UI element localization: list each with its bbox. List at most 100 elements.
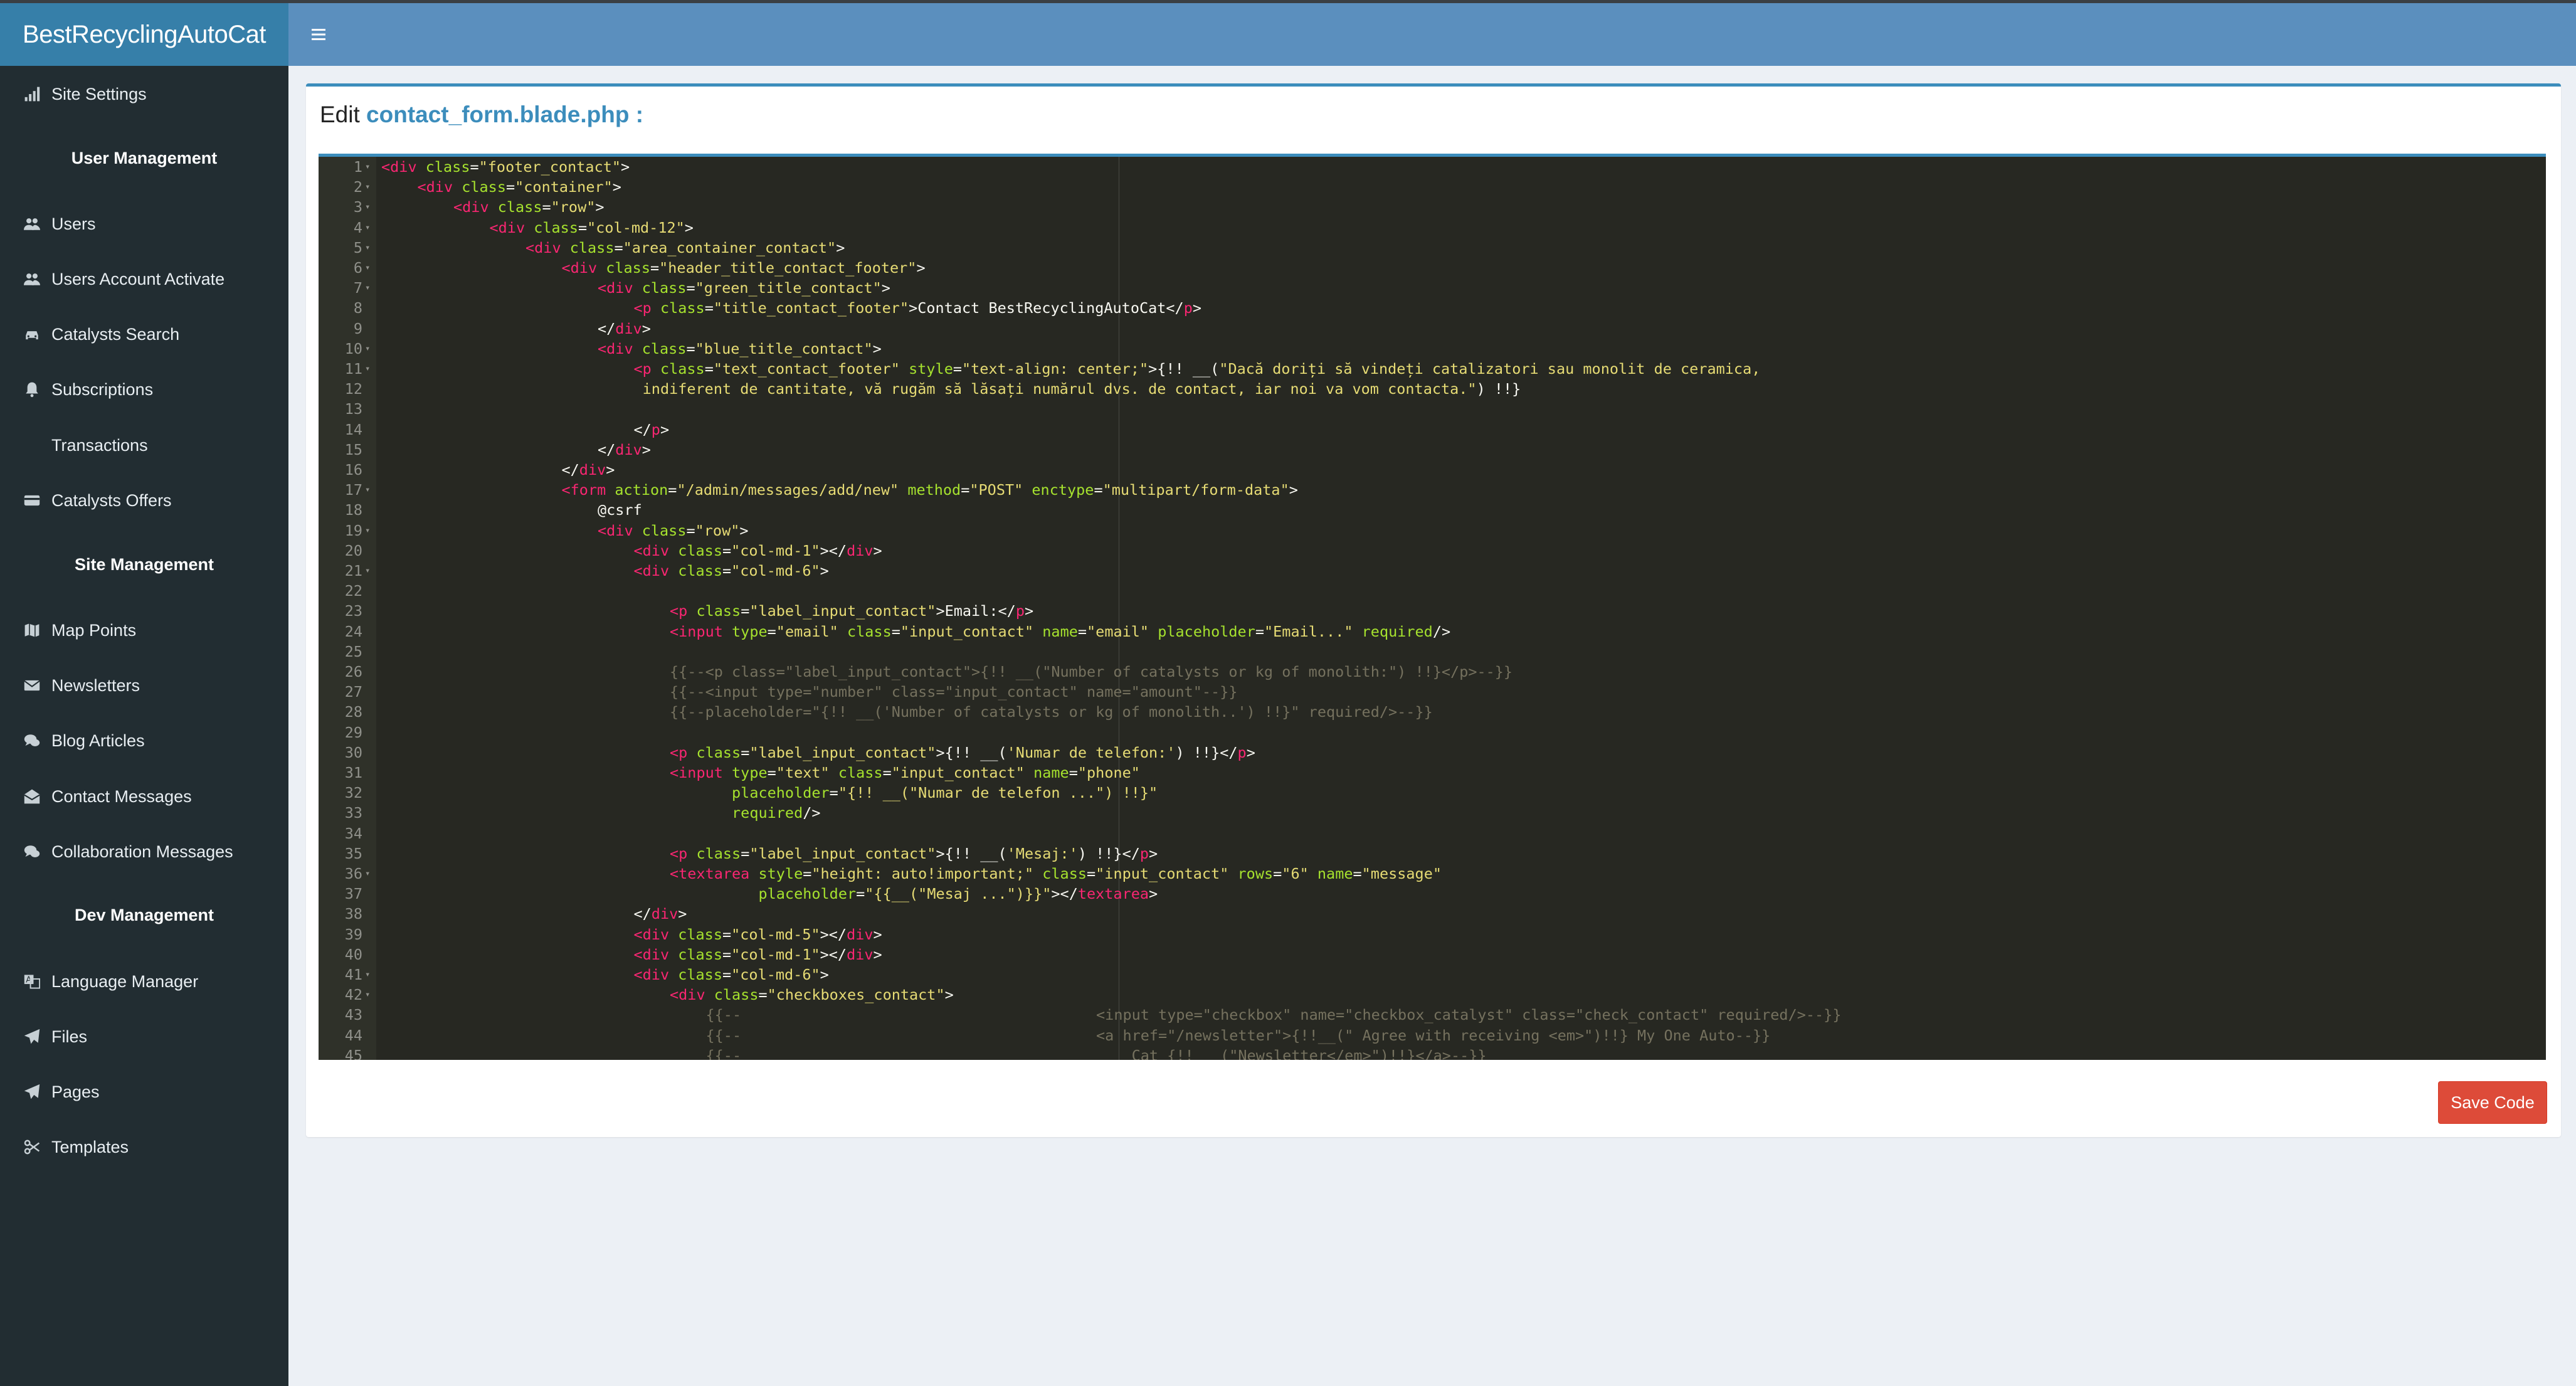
sidebar-item-catalysts-offers[interactable]: Catalysts Offers [0, 475, 288, 526]
code-line: 39 <div class="col-md-5"></div> [319, 924, 2546, 944]
line-number: 35 [344, 844, 362, 862]
code-line: 16 </div> [319, 460, 2546, 480]
fold-arrow-icon[interactable]: ▾ [365, 965, 370, 985]
code-token: class [669, 925, 722, 943]
code-line: 22 [319, 581, 2546, 601]
code-token: {{--placeholder="{!! __('Number of catal… [670, 703, 1433, 721]
fold-arrow-icon[interactable]: ▾ [365, 561, 370, 581]
code-text: <textarea style="height: auto!important;… [670, 864, 1442, 884]
sidebar-item-site-settings[interactable]: Site Settings [0, 69, 288, 119]
code-token: "multipart/form-data" [1102, 481, 1289, 499]
code-token: = [891, 622, 900, 640]
code-token: p [1015, 602, 1025, 620]
users-icon [21, 271, 43, 287]
code-token: class [651, 360, 705, 378]
code-line: 41 ▾ <div class="col-md-6"> [319, 965, 2546, 985]
fold-arrow-icon[interactable]: ▾ [365, 864, 370, 884]
sidebar-item-map-points[interactable]: Map Points [0, 605, 288, 655]
line-number: 26 [344, 663, 362, 680]
sidebar-item-newsletters[interactable]: Newsletters [0, 660, 288, 711]
envelope-icon [21, 677, 43, 694]
code-token: > [820, 966, 829, 983]
code-token: class [651, 299, 705, 317]
code-text: <div class="col-md-5"></div> [634, 924, 882, 944]
code-token: "input_contact" [900, 622, 1034, 640]
code-text: <div class="checkboxes_contact"> [670, 985, 954, 1005]
sidebar-item-users-account-activate[interactable]: Users Account Activate [0, 254, 288, 304]
fold-arrow-icon[interactable]: ▾ [365, 339, 370, 359]
code-token: <div [633, 966, 670, 983]
code-token: = [741, 844, 750, 862]
code-text: required/> [670, 803, 821, 823]
sidebar-item-transactions[interactable]: Transactions [0, 420, 288, 470]
sidebar-item-pages[interactable]: Pages [0, 1067, 288, 1117]
code-line: 45 {{-- Cat {!! __("Newsletter</em>")!!}<… [319, 1045, 2546, 1060]
fold-arrow-icon[interactable]: ▾ [365, 197, 370, 217]
code-token: <div [525, 238, 561, 257]
code-token: <div [561, 259, 598, 277]
sidebar-item-templates[interactable]: Templates [0, 1122, 288, 1172]
code-text: @csrf [598, 500, 642, 520]
code-token: = [856, 885, 865, 903]
sidebar-item-users[interactable]: Users [0, 199, 288, 249]
fold-arrow-icon[interactable]: ▾ [365, 521, 370, 541]
code-token: {{-- Cat {!! __("Newsletter</em>")!!}</a… [705, 1046, 1487, 1060]
line-number: 6 [353, 259, 362, 277]
line-number: 44 [344, 1026, 362, 1044]
fold-arrow-icon[interactable]: ▾ [365, 238, 370, 258]
hamburger-icon[interactable] [306, 22, 331, 47]
fold-arrow-icon[interactable]: ▾ [365, 157, 370, 177]
code-token: "col-md-1" [731, 945, 820, 963]
edit-file-panel: Edit contact_form.blade.php : 1 ▾ <div cla… [306, 83, 2561, 1137]
sidebar-item-blog-articles[interactable]: Blog Articles [0, 716, 288, 766]
code-token: = [505, 178, 515, 196]
fold-arrow-icon[interactable]: ▾ [365, 359, 370, 379]
brand-logo[interactable]: BestRecyclingAutoCat [0, 3, 288, 66]
code-token: ) !!}</ [1175, 743, 1238, 761]
sidebar-item-label: Newsletters [51, 675, 140, 695]
line-number: 29 [344, 723, 362, 741]
sidebar-item-files[interactable]: Files [0, 1012, 288, 1062]
save-code-button[interactable]: Save Code [2438, 1081, 2547, 1124]
code-token: class [561, 238, 615, 257]
line-number: 21 [344, 562, 362, 579]
code-token: >Contact BestRecyclingAutoCat</ [909, 299, 1184, 317]
code-token: div [615, 440, 642, 458]
code-token: class [669, 966, 722, 983]
code-token: class [416, 158, 470, 176]
sidebar-item-contact-messages[interactable]: Contact Messages [0, 771, 288, 822]
code-token: >{!! __( [936, 844, 1007, 862]
code-token: = [961, 481, 970, 499]
sidebar-item-collaboration-messages[interactable]: Collaboration Messages [0, 827, 288, 877]
code-text: <p class="text_contact_footer" style="te… [634, 359, 1761, 379]
code-token: <div [489, 218, 525, 236]
code-token: ) !!}</ [1077, 844, 1140, 862]
line-number: 16 [344, 461, 362, 479]
fold-arrow-icon[interactable]: ▾ [365, 258, 370, 278]
fold-arrow-icon[interactable]: ▾ [365, 218, 370, 238]
fold-arrow-icon[interactable]: ▾ [365, 278, 370, 298]
code-token: = [704, 299, 714, 317]
code-token: > [944, 986, 954, 1004]
code-editor[interactable]: 1 ▾ <div class="footer_contact"> 2 ▾ <div cla… [319, 154, 2546, 1060]
code-token: > [881, 279, 890, 297]
line-number: 1 [353, 158, 362, 176]
sidebar: Site Settings User Management Users Users A… [0, 66, 288, 1386]
fold-arrow-icon[interactable]: ▾ [365, 480, 370, 500]
code-line: 17 ▾ <form action="/admin/messages/add/new… [319, 480, 2546, 500]
code-token: p [1183, 299, 1193, 317]
code-token: <div [633, 925, 670, 943]
code-line: 27 {{--<input type="number" class="input_… [319, 682, 2546, 702]
code-token: div [847, 945, 874, 963]
line-number: 14 [344, 420, 362, 438]
page-title: Edit contact_form.blade.php : [320, 102, 643, 128]
code-text: <p class="label_input_contact">{!! __('M… [670, 844, 1158, 864]
fold-arrow-icon[interactable]: ▾ [365, 177, 370, 197]
sidebar-section-site-management: Site Management [74, 555, 214, 574]
fold-arrow-icon[interactable]: ▾ [365, 985, 370, 1005]
line-number: 36 [344, 865, 362, 882]
sidebar-item-language-manager[interactable]: A Language Manager [0, 956, 288, 1007]
sidebar-item-subscriptions[interactable]: Subscriptions [0, 364, 288, 415]
sidebar-item-catalysts-search[interactable]: Catalysts Search [0, 309, 288, 359]
code-token: = [686, 279, 695, 297]
